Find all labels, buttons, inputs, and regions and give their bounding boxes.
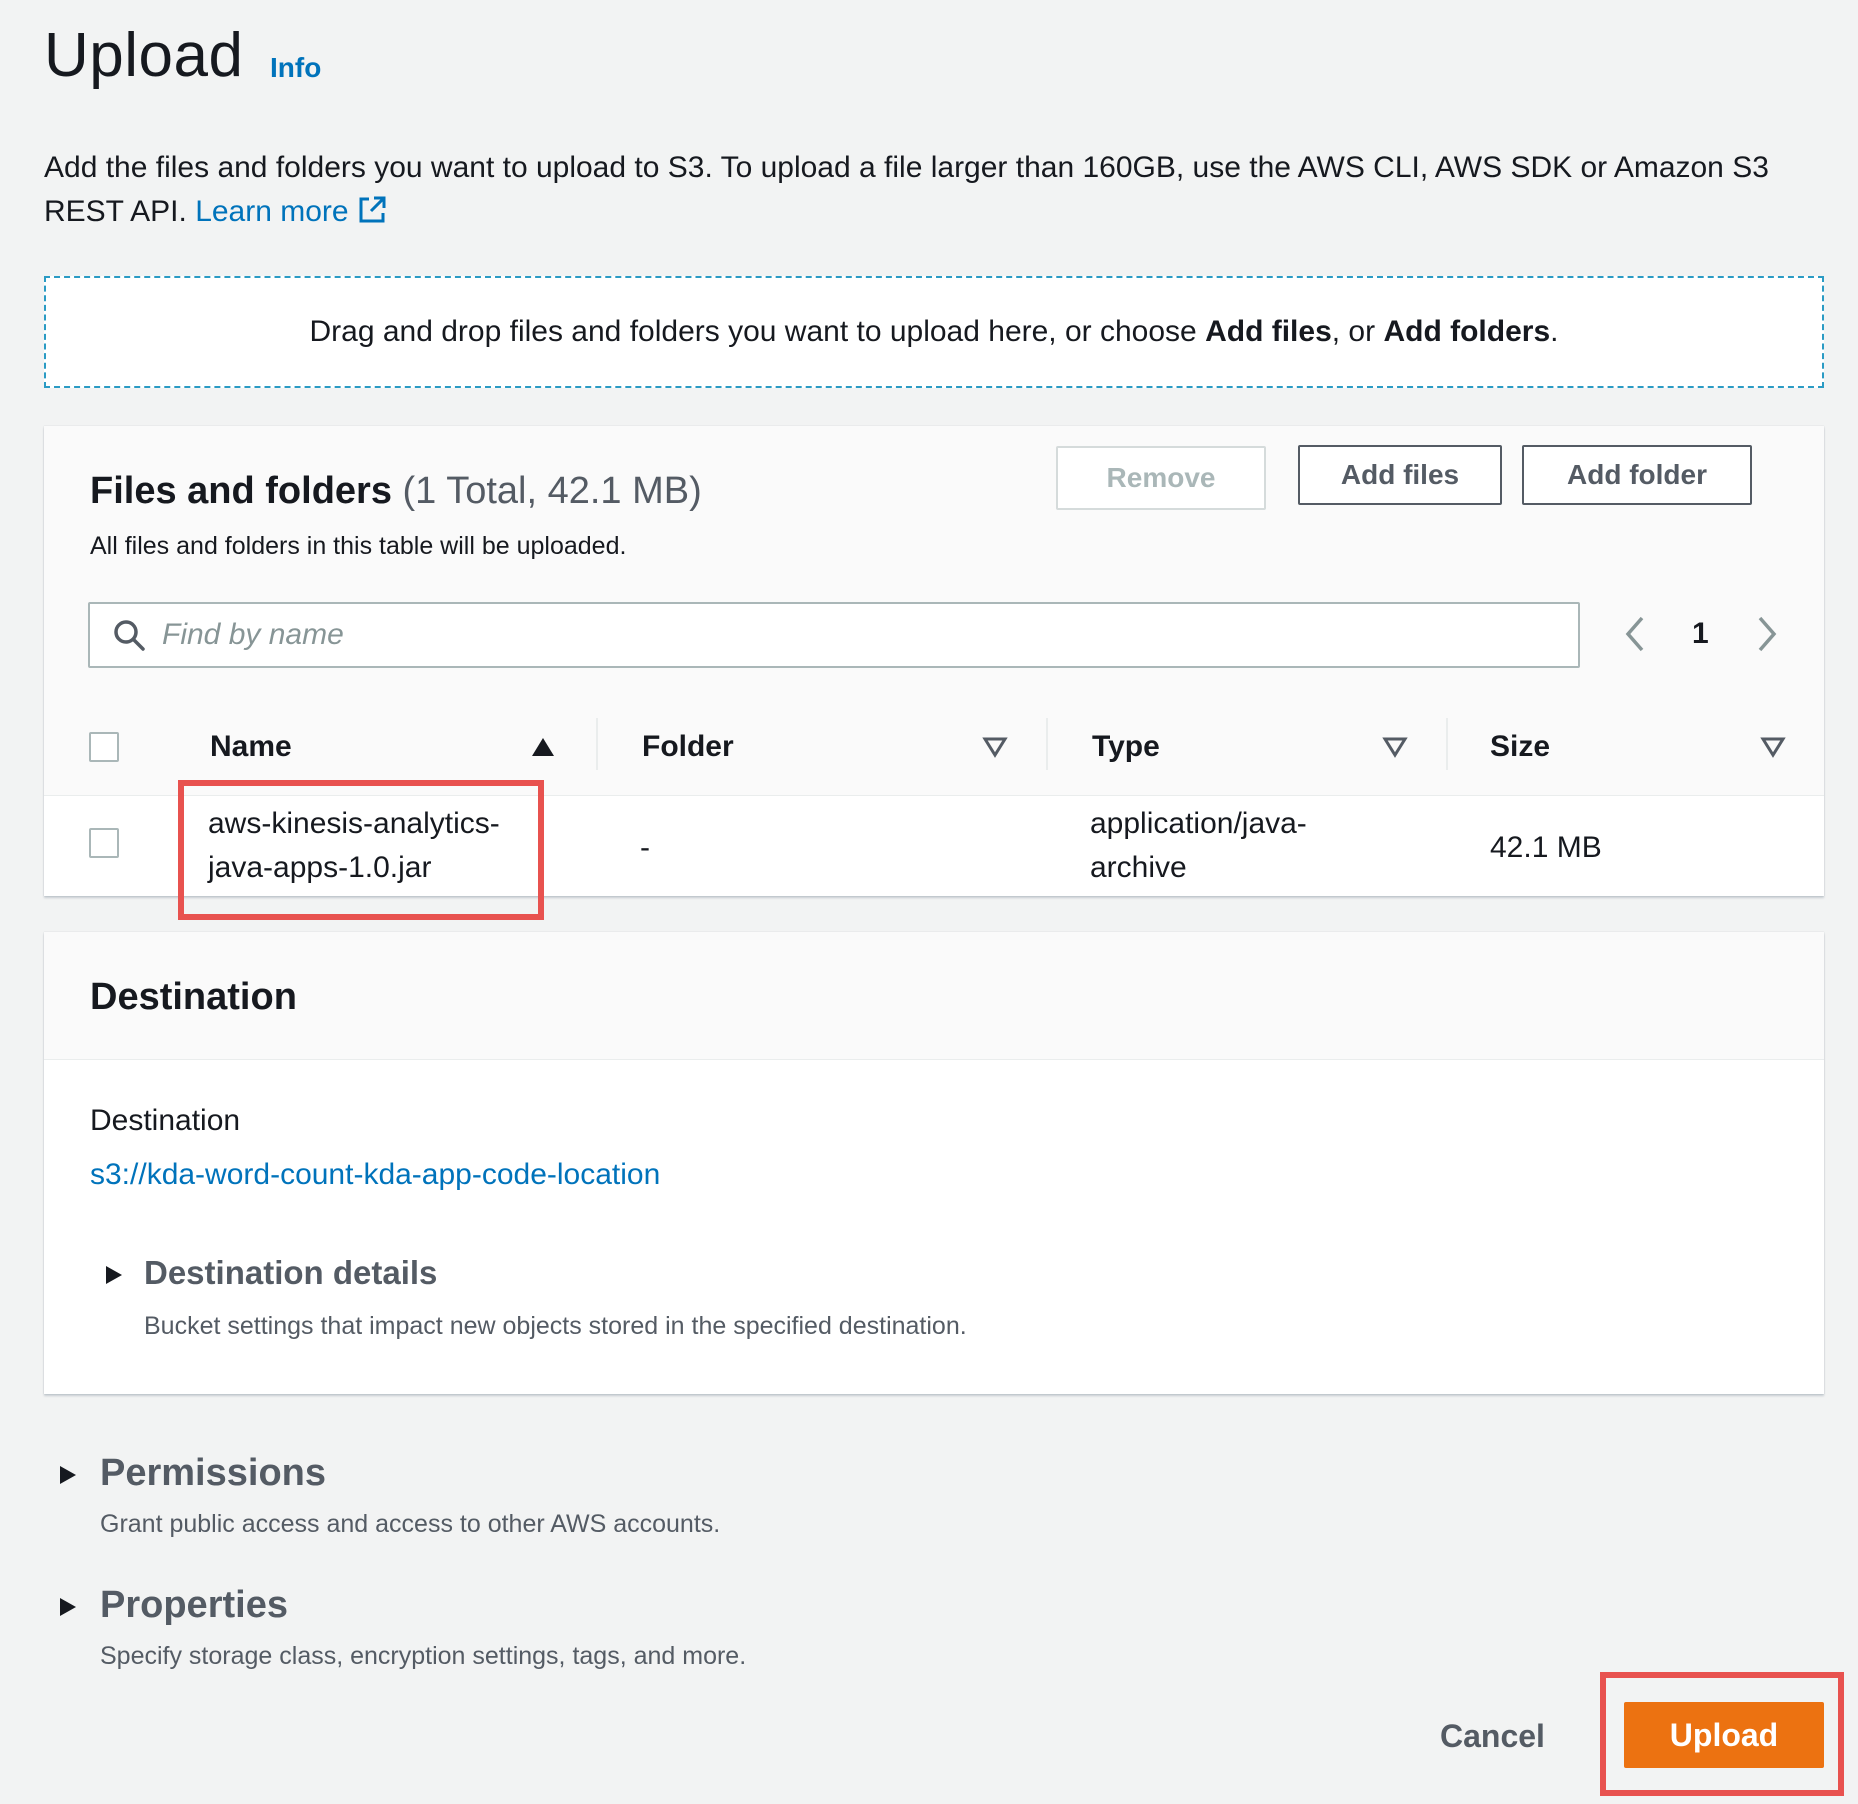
row-checkbox[interactable] — [89, 828, 119, 858]
destination-title: Destination — [90, 976, 297, 1018]
properties-description: Specify storage class, encryption settin… — [100, 1642, 747, 1670]
remove-button[interactable]: Remove — [1056, 446, 1266, 510]
sort-caret-down-icon[interactable] — [1760, 736, 1786, 758]
column-header-name[interactable]: Name — [210, 730, 292, 764]
pagination-next-icon[interactable] — [1752, 612, 1782, 656]
destination-details-toggle[interactable]: Destination details — [144, 1254, 437, 1292]
files-count: (1 Total, 42.1 MB) — [402, 470, 702, 512]
add-files-button[interactable]: Add files — [1298, 445, 1502, 505]
column-header-folder[interactable]: Folder — [642, 730, 734, 764]
dropzone-text: Drag and drop files and folders you want… — [309, 315, 1197, 348]
destination-panel-header — [44, 932, 1824, 1060]
upload-highlight-box — [1600, 1672, 1844, 1796]
caret-right-icon[interactable] — [104, 1264, 124, 1286]
external-link-icon — [359, 196, 386, 223]
learn-more-link[interactable]: Learn more — [195, 195, 386, 228]
column-divider[interactable] — [1046, 718, 1048, 770]
caret-right-icon[interactable] — [58, 1464, 78, 1486]
file-dropzone[interactable]: Drag and drop files and folders you want… — [44, 276, 1824, 388]
sort-caret-down-icon[interactable] — [1382, 736, 1408, 758]
select-all-checkbox[interactable] — [89, 732, 119, 762]
search-input[interactable] — [162, 618, 1542, 652]
column-divider[interactable] — [1446, 718, 1448, 770]
dropzone-add-files: Add files — [1205, 315, 1332, 348]
dropzone-add-folders: Add folders — [1383, 315, 1551, 348]
column-divider[interactable] — [596, 718, 598, 770]
column-header-type[interactable]: Type — [1092, 730, 1160, 764]
caret-right-icon[interactable] — [58, 1596, 78, 1618]
file-size-cell: 42.1 MB — [1490, 831, 1602, 864]
filename-highlight-box — [178, 780, 544, 920]
page-title: Upload — [44, 21, 244, 90]
properties-toggle[interactable]: Properties — [100, 1584, 288, 1627]
files-panel-title: Files and folders (1 Total, 42.1 MB) — [90, 470, 702, 512]
file-type-cell: application/java-archive — [1090, 807, 1307, 884]
search-box — [88, 602, 1580, 668]
info-link[interactable]: Info — [270, 52, 321, 84]
file-folder-cell: - — [640, 831, 650, 864]
column-header-size[interactable]: Size — [1490, 730, 1550, 764]
destination-url-link[interactable]: s3://kda-word-count-kda-app-code-locatio… — [90, 1158, 660, 1192]
destination-label: Destination — [90, 1104, 241, 1137]
destination-details-description: Bucket settings that impact new objects … — [144, 1312, 967, 1340]
permissions-description: Grant public access and access to other … — [100, 1510, 721, 1538]
sort-ascending-icon[interactable] — [530, 736, 556, 758]
sort-caret-down-icon[interactable] — [982, 736, 1008, 758]
pagination-current-page[interactable]: 1 — [1692, 617, 1709, 651]
search-icon — [114, 620, 145, 651]
pagination-prev-icon[interactable] — [1620, 612, 1650, 656]
permissions-toggle[interactable]: Permissions — [100, 1452, 326, 1495]
cancel-button[interactable]: Cancel — [1440, 1718, 1545, 1755]
page-description: Add the files and folders you want to up… — [44, 146, 1824, 234]
files-panel-subtitle: All files and folders in this table will… — [90, 532, 627, 560]
add-folder-button[interactable]: Add folder — [1522, 445, 1752, 505]
